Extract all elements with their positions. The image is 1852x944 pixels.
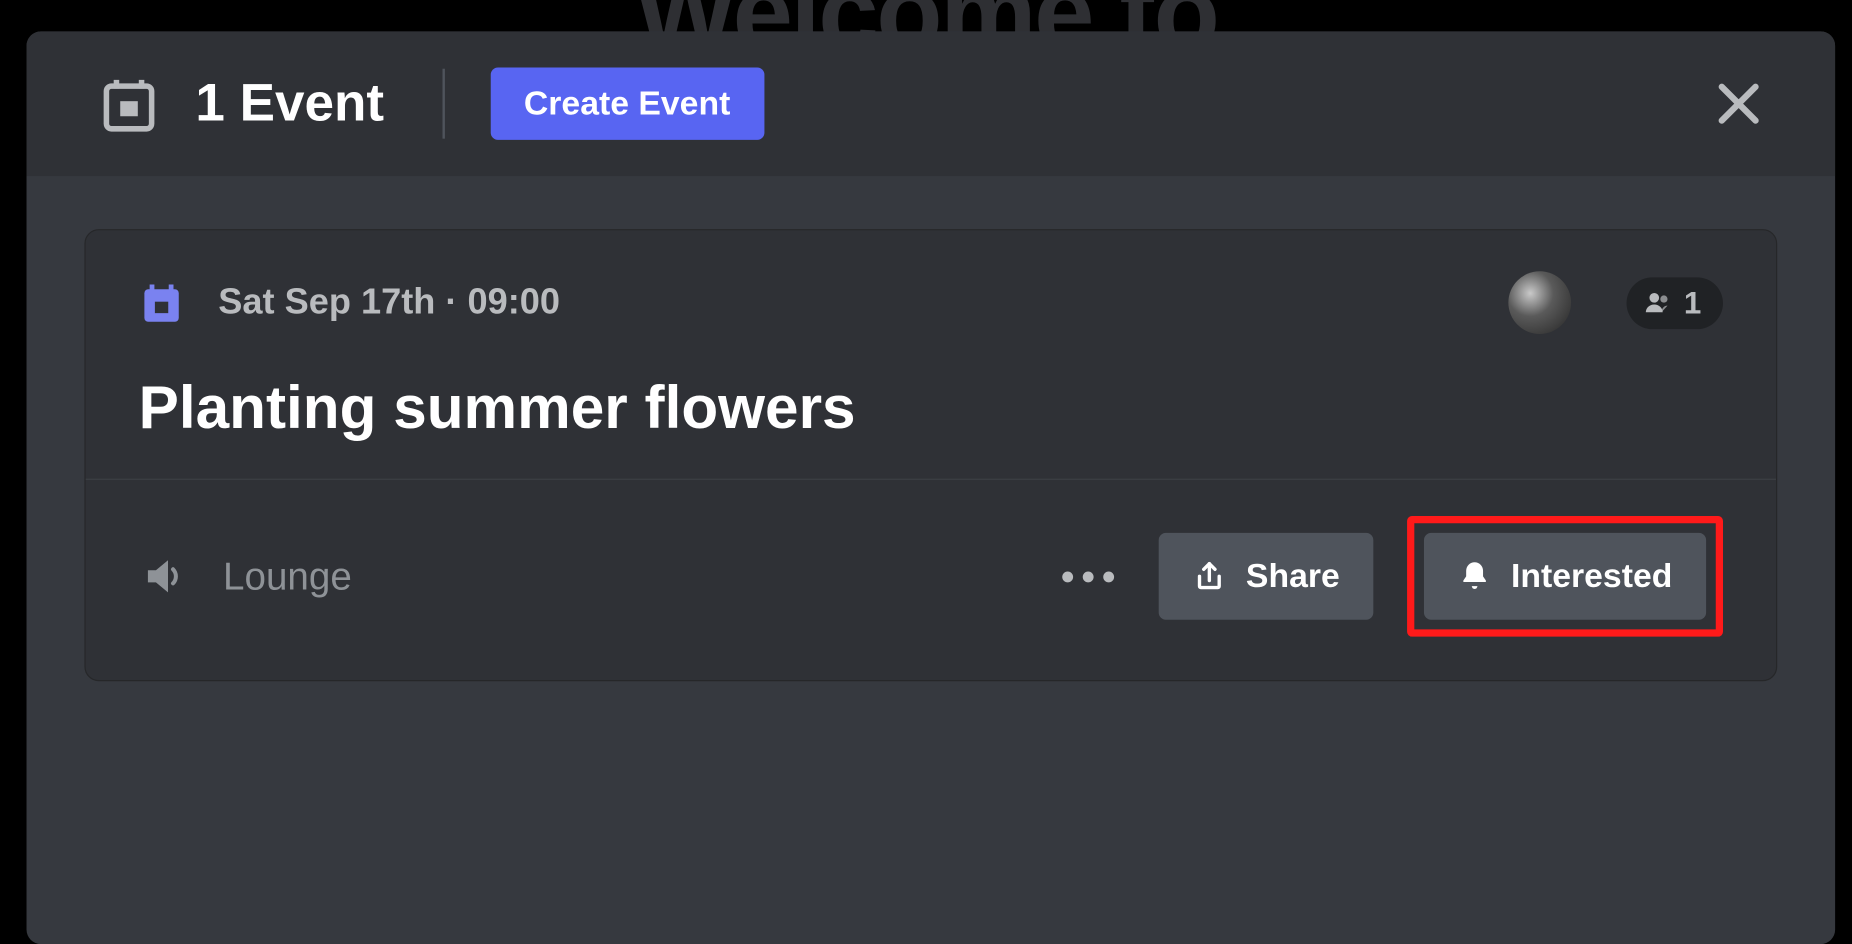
people-icon [1643,288,1672,317]
bell-icon [1458,559,1492,593]
create-event-button[interactable]: Create Event [490,68,764,140]
interested-button[interactable]: Interested [1424,533,1706,620]
speaker-icon [139,551,190,602]
interested-count-pill: 1 [1626,277,1723,329]
event-card: Sat Sep 17th · 09:00 [84,229,1777,681]
interested-highlight: Interested [1407,516,1723,637]
divider [442,69,444,139]
event-channel: Lounge [223,554,352,599]
calendar-icon [139,280,185,326]
more-options-button[interactable] [1051,539,1126,614]
close-button[interactable] [1705,70,1773,138]
avatar[interactable] [1508,271,1571,334]
modal-body: Sat Sep 17th · 09:00 [27,176,1836,944]
interested-count: 1 [1684,284,1701,321]
share-button[interactable]: Share [1159,533,1373,620]
event-title: Planting summer flowers [139,373,1723,443]
calendar-icon [99,74,159,134]
events-modal: 1 Event Create Event [27,31,1836,944]
event-datetime: Sat Sep 17th · 09:00 [218,282,560,323]
share-icon [1193,559,1227,593]
events-count-title: 1 Event [195,74,384,134]
dots-icon [1062,571,1114,582]
modal-header: 1 Event Create Event [27,31,1836,176]
